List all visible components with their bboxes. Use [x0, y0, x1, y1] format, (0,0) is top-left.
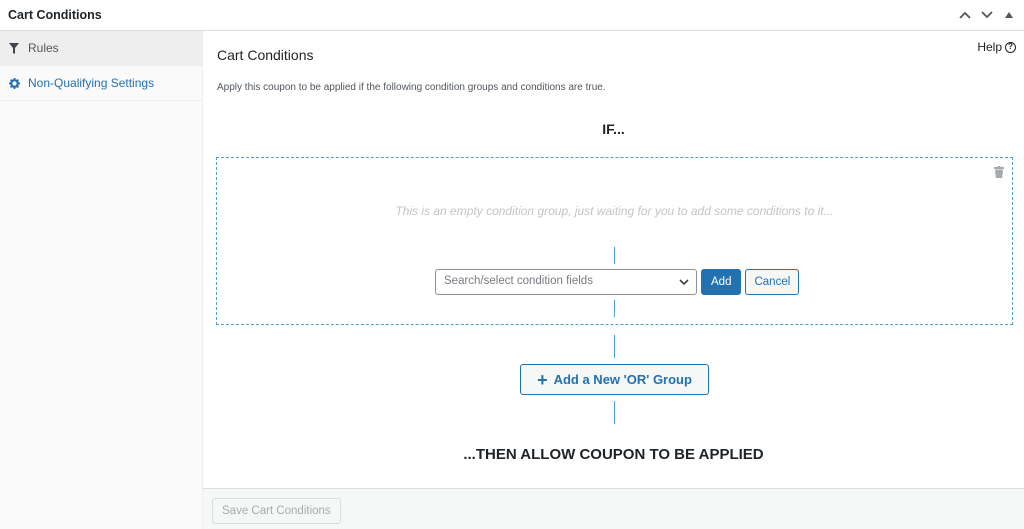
chevron-down-icon	[679, 279, 689, 286]
panel-footer: Save Cart Conditions	[203, 488, 1024, 529]
sidebar-item-non-qualifying-settings[interactable]: Non-Qualifying Settings	[0, 66, 202, 101]
connector-line	[614, 247, 615, 264]
add-or-group-button[interactable]: + Add a New 'OR' Group	[520, 364, 709, 395]
panel-header: Cart Conditions	[0, 0, 1024, 31]
filter-icon	[8, 42, 20, 54]
save-cart-conditions-button[interactable]: Save Cart Conditions	[212, 498, 341, 524]
condition-group: This is an empty condition group, just w…	[216, 157, 1013, 325]
toggle-panel-button[interactable]	[1000, 6, 1018, 24]
plus-icon: +	[537, 369, 548, 390]
cancel-button[interactable]: Cancel	[745, 269, 800, 295]
select-placeholder: Search/select condition fields	[444, 275, 593, 287]
gear-icon	[8, 77, 20, 89]
move-down-button[interactable]	[978, 6, 996, 24]
help-link[interactable]: Help ?	[977, 40, 1016, 54]
connector-line	[614, 335, 615, 358]
empty-group-message: This is an empty condition group, just w…	[395, 204, 834, 218]
help-label: Help	[977, 40, 1002, 54]
condition-field-select[interactable]: Search/select condition fields	[435, 269, 697, 295]
question-circle-icon: ?	[1005, 41, 1016, 53]
sidebar-item-rules[interactable]: Rules	[0, 31, 202, 66]
section-description: Apply this coupon to be applied if the f…	[217, 82, 606, 93]
sidebar-item-label: Non-Qualifying Settings	[28, 76, 155, 90]
header-actions	[956, 6, 1018, 24]
if-label: IF...	[602, 121, 625, 137]
triangle-up-icon	[1005, 12, 1013, 18]
chevron-down-icon	[981, 11, 993, 19]
connector-line	[614, 401, 615, 424]
connector-line	[614, 300, 615, 317]
add-condition-button[interactable]: Add	[701, 269, 742, 295]
section-title: Cart Conditions	[217, 47, 314, 63]
delete-group-button[interactable]	[994, 165, 1004, 178]
trash-icon	[994, 166, 1004, 178]
main-content: Cart Conditions Help ? Apply this coupon…	[203, 31, 1024, 488]
cart-conditions-panel: Cart Conditions Rules Non-Qualifying Set…	[0, 0, 1024, 529]
add-or-group-label: Add a New 'OR' Group	[553, 372, 692, 387]
panel-title: Cart Conditions	[8, 8, 102, 22]
sidebar-item-label: Rules	[28, 41, 59, 55]
chevron-up-icon	[959, 11, 971, 19]
sidebar: Rules Non-Qualifying Settings	[0, 31, 203, 529]
move-up-button[interactable]	[956, 6, 974, 24]
condition-field-row: Search/select condition fields Add Cance…	[435, 269, 800, 295]
then-label: ...THEN ALLOW COUPON TO BE APPLIED	[463, 446, 764, 463]
